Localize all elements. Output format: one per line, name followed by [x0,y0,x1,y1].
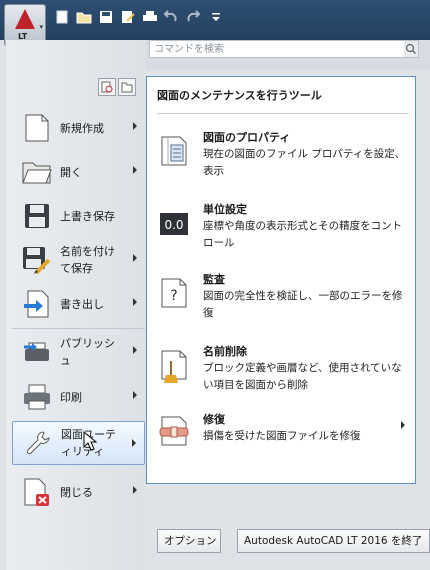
autocad-logo-icon [15,9,35,29]
menu-item-label: 書き出し [60,297,104,311]
save-disk-icon [22,201,52,231]
export-icon [22,289,52,319]
entry-title: 名前削除 [203,345,247,358]
menu-item-drawing-utilities[interactable]: 図面ユーティリティ [12,421,145,465]
command-search-input[interactable]: コマンドを検索 [149,40,419,58]
customize-dropdown-icon[interactable] [206,8,226,26]
menu-item-publish[interactable]: パブリッシュ [12,332,145,372]
save-icon[interactable] [96,8,116,26]
panel-title: 図面のメンテナンスを行うツール [157,89,322,102]
entry-title: 単位設定 [203,203,247,216]
open-folder-icon [22,157,52,187]
menu-item-print[interactable]: 印刷 [12,377,145,417]
exit-application-button[interactable]: Autodesk AutoCAD LT 2016 を終了 [237,529,430,553]
undo-icon[interactable] [162,8,182,26]
menu-item-open[interactable]: 開く [12,152,145,192]
units-icon: 0.0 [159,205,189,239]
purge-icon [159,347,189,383]
entry-drawing-properties[interactable]: 図面のプロパティ 現在の図面のファイル プロパティを設定、表示 [159,129,409,179]
drawing-utilities-panel: 図面のメンテナンスを行うツール 図面のプロパティ 現在の図面のファイル プロパテ… [146,76,416,484]
menu-item-label: 新規作成 [60,121,104,135]
publish-icon [22,337,52,367]
menu-item-label: 開く [60,165,82,179]
audit-icon-text: ? [170,288,177,304]
entry-title: 監査 [203,273,225,286]
menu-item-label: パブリッシュ [60,337,115,367]
menu-item-save[interactable]: 上書き保存 [12,196,145,236]
panel-divider [157,113,409,114]
entry-title: 図面のプロパティ [203,131,291,144]
chevron-right-icon [133,122,137,130]
entry-units[interactable]: 0.0 単位設定 座標や角度の表示形式とその精度をコントロール [159,201,409,251]
chevron-right-icon [133,391,137,399]
entry-recover[interactable]: 修復 損傷を受けた図面ファイルを修復 [159,411,409,451]
save-as-icon [22,245,52,275]
chevron-right-icon [133,346,137,354]
new-icon[interactable] [52,8,72,26]
properties-icon [159,133,189,167]
open-documents-icon[interactable] [118,78,136,96]
entry-purge[interactable]: 名前削除 ブロック定義や画層など、使用されていない項目を図面から削除 [159,343,409,393]
menu-item-label: 上書き保存 [60,209,115,223]
printer-icon [22,382,52,412]
menu-item-label: 閉じる [60,485,93,499]
chevron-right-icon [133,166,137,174]
mouse-pointer-icon [83,430,98,455]
entry-description: ブロック定義や画層など、使用されていない項目を図面から削除 [203,362,402,391]
redo-icon[interactable] [184,8,204,26]
chevron-right-icon [132,439,136,447]
quick-access-toolbar [52,8,226,26]
chevron-right-icon [133,254,137,262]
chevron-right-icon [133,486,137,494]
wrench-icon [23,428,53,458]
entry-description: 図面の完全性を検証し、一部のエラーを修復 [203,290,403,319]
application-menu: LT ▾ コマンドを検索 新規作成 開く 上書き保存 名前を付けて保存 書き出し… [0,0,430,570]
chevron-right-icon [133,298,137,306]
menu-item-close[interactable]: 閉じる [12,472,145,512]
close-document-icon [22,477,52,507]
entry-title: 修復 [203,413,225,426]
options-button[interactable]: オプション [157,529,221,553]
chevron-right-icon [401,421,405,429]
search-icon[interactable] [404,41,418,57]
open-icon[interactable] [74,8,94,26]
entry-description: 現在の図面のファイル プロパティを設定、表示 [203,148,406,177]
entry-description: 座標や角度の表示形式とその精度をコントロール [203,220,403,249]
menu-item-label: 印刷 [60,390,82,404]
menu-item-export[interactable]: 書き出し [12,284,145,324]
entry-description: 損傷を受けた図面ファイルを修復 [203,430,361,442]
view-toggle-group [98,78,136,96]
menu-item-new[interactable]: 新規作成 [12,108,145,148]
menu-item-save-as[interactable]: 名前を付けて保存 [12,240,145,280]
menu-item-label: 名前を付けて保存 [60,245,115,275]
recover-icon [159,415,189,449]
recent-documents-icon[interactable] [98,78,116,96]
menu-divider [12,328,145,329]
chevron-down-icon: ▾ [39,23,43,31]
new-document-icon [22,113,52,143]
entry-audit[interactable]: ? 監査 図面の完全性を検証し、一部のエラーを修復 [159,271,409,321]
save-as-icon[interactable] [118,8,138,26]
units-icon-text: 0.0 [164,218,183,232]
print-icon[interactable] [140,8,160,26]
audit-icon: ? [159,275,189,309]
